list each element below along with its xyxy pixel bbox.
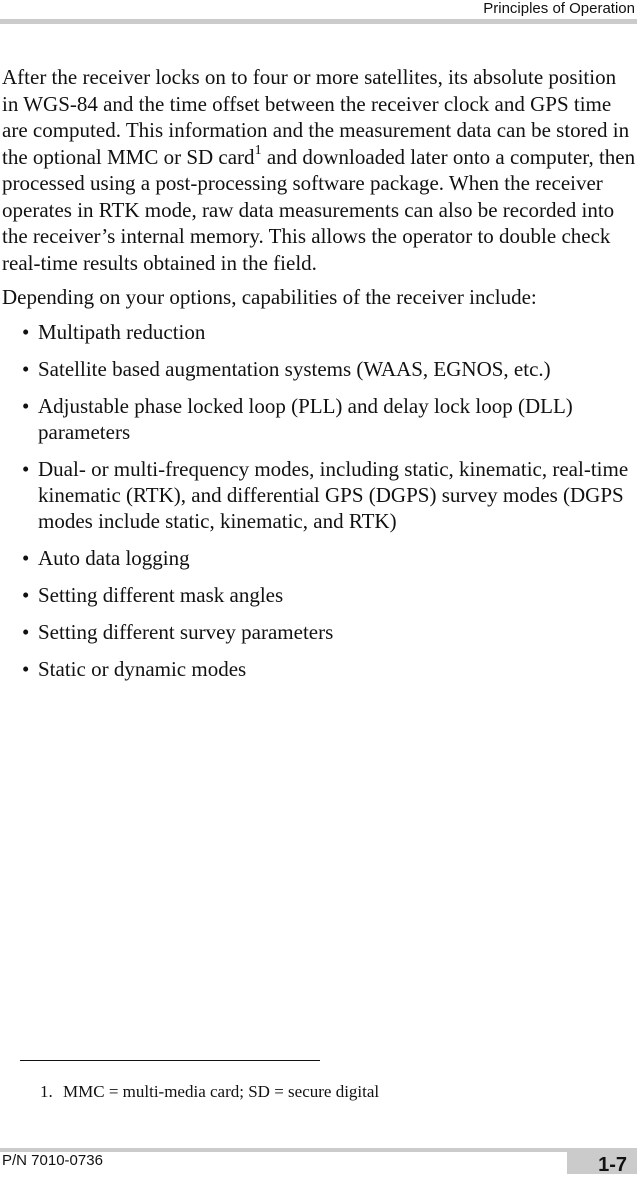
bullet-icon: • xyxy=(22,619,30,644)
list-item: • Adjustable phase locked loop (PLL) and … xyxy=(2,393,637,445)
part-number: P/N 7010-0736 xyxy=(2,1152,103,1169)
list-item-text: Adjustable phase locked loop (PLL) and d… xyxy=(38,393,573,444)
list-item-text: Auto data logging xyxy=(38,545,190,570)
bullet-icon: • xyxy=(22,319,30,344)
list-item-text: Static or dynamic modes xyxy=(38,656,247,681)
footnote-reference[interactable]: 1 xyxy=(255,143,262,158)
list-item: • Satellite based augmentation systems (W… xyxy=(2,356,637,382)
list-item: • Setting different mask angles xyxy=(2,582,637,608)
list-item: • Dual- or multi-frequency modes, includi… xyxy=(2,456,637,534)
footnote-separator xyxy=(20,1060,320,1061)
bullet-icon: • xyxy=(22,393,30,418)
intro-paragraph: After the receiver locks on to four or m… xyxy=(2,64,637,276)
bullet-icon: • xyxy=(22,456,30,481)
header-rule xyxy=(0,19,637,24)
list-item-text: Multipath reduction xyxy=(38,319,206,344)
list-item-text: Satellite based augmentation systems (WA… xyxy=(38,356,551,381)
page-number: 1-7 xyxy=(598,1154,627,1176)
capabilities-intro: Depending on your options, capabilities … xyxy=(2,285,537,309)
page-number-box: 1-7 xyxy=(567,1152,637,1176)
capabilities-list: • Multipath reduction • Satellite based au… xyxy=(2,319,637,682)
bullet-icon: • xyxy=(22,545,30,570)
list-item: • Auto data logging xyxy=(2,545,637,571)
list-item: • Multipath reduction xyxy=(2,319,637,345)
footnote: 1. MMC = multi-media card; SD = secure di… xyxy=(40,1082,379,1102)
footnote-number: 1. xyxy=(40,1082,53,1101)
bullet-icon: • xyxy=(22,582,30,607)
bullet-icon: • xyxy=(22,356,30,381)
list-item-text: Setting different survey parameters xyxy=(38,619,334,644)
footnote-text: MMC = multi-media card; SD = secure digi… xyxy=(63,1082,380,1101)
running-header-title: Principles of Operation xyxy=(483,0,635,17)
list-item: • Static or dynamic modes xyxy=(2,656,637,682)
bullet-icon: • xyxy=(22,656,30,681)
list-item-text: Setting different mask angles xyxy=(38,582,284,607)
list-item: • Setting different survey parameters xyxy=(2,619,637,645)
list-item-text: Dual- or multi-frequency modes, includin… xyxy=(38,456,629,533)
body-content: After the receiver locks on to four or m… xyxy=(2,64,637,693)
